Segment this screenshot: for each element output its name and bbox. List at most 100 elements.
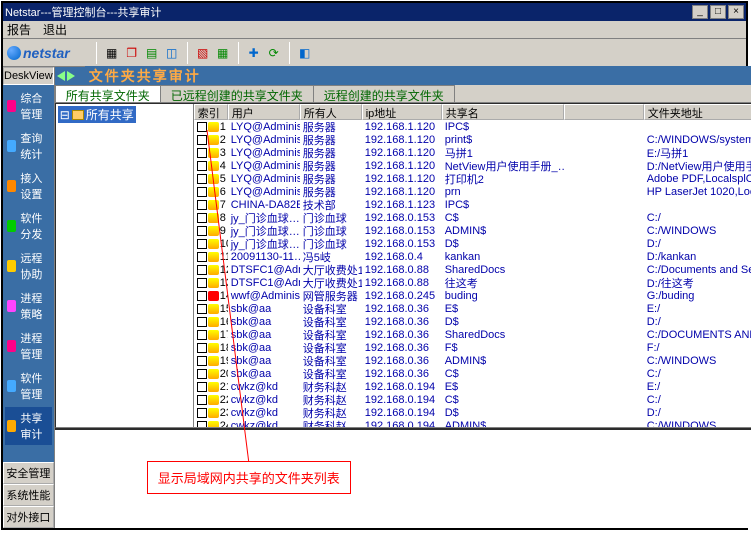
row-checkbox[interactable] — [197, 135, 207, 145]
sidebar-icon — [7, 100, 16, 112]
menu-report[interactable]: 报告 — [7, 21, 31, 38]
table-row[interactable]: 18sbk@aa设备科室192.168.0.36F$F:/ — [194, 341, 751, 354]
table-row[interactable]: 14wwf@Adminis…网管服务器192.168.0.245budingG:… — [194, 289, 751, 302]
table-row[interactable]: 22cwkz@kd财务科赵192.168.0.194C$C:/ — [194, 393, 751, 406]
sidebar-item-6[interactable]: 进程管理 — [5, 327, 52, 365]
row-checkbox[interactable] — [197, 200, 207, 210]
row-checkbox[interactable] — [197, 369, 207, 379]
row-checkbox[interactable] — [197, 395, 207, 405]
row-checkbox[interactable] — [197, 239, 207, 249]
row-checkbox[interactable] — [197, 343, 207, 353]
row-checkbox[interactable] — [197, 187, 207, 197]
row-checkbox[interactable] — [197, 122, 207, 132]
table-row[interactable]: 20sbk@aa设备科室192.168.0.36C$C:/ — [194, 367, 751, 380]
sidebar-item-8[interactable]: 共享审计 — [5, 407, 52, 445]
column-header-2[interactable]: 所有人 — [300, 104, 362, 120]
table-row[interactable]: 17sbk@aa设备科室192.168.0.36SharedDocsC:/DOC… — [194, 328, 751, 341]
cell-user: sbk@aa — [228, 303, 300, 315]
table-row[interactable]: 24cwkz@kd财务科赵192.168.0.194ADMIN$C:/WINDO… — [194, 419, 751, 427]
tab-0[interactable]: 所有共享文件夹 — [55, 85, 161, 102]
toolbar-btn-8[interactable]: ⟳ — [265, 44, 283, 62]
table-row[interactable]: 23cwkz@kd财务科赵192.168.0.194D$D:/ — [194, 406, 751, 419]
toolbar-btn-5[interactable]: ▧ — [194, 44, 212, 62]
minimize-button[interactable]: _ — [692, 5, 708, 19]
cell-path: C:/ — [644, 368, 751, 380]
table-row[interactable]: 16sbk@aa设备科室192.168.0.36D$D:/ — [194, 315, 751, 328]
tree-panel: ⊟ 所有共享 — [56, 104, 194, 427]
row-checkbox[interactable] — [197, 356, 207, 366]
table-row[interactable]: 1120091130-11…冯5岐192.168.0.4kankanD:/kan… — [194, 250, 751, 263]
sidebar-bottom-btn-2[interactable]: 对外接口 — [3, 506, 54, 528]
row-checkbox[interactable] — [197, 382, 207, 392]
cell-share: IPC$ — [442, 199, 564, 211]
cell-user: wwf@Adminis… — [228, 290, 300, 302]
tree-root[interactable]: ⊟ 所有共享 — [58, 106, 136, 123]
row-checkbox[interactable] — [197, 421, 207, 428]
row-checkbox[interactable] — [197, 213, 207, 223]
row-icon — [208, 239, 219, 249]
sidebar-item-2[interactable]: 接入设置 — [5, 167, 52, 205]
table-row[interactable]: 15sbk@aa设备科室192.168.0.36E$E:/ — [194, 302, 751, 315]
toolbar-btn-4[interactable]: ◫ — [163, 44, 181, 62]
table-row[interactable]: 19sbk@aa设备科室192.168.0.36ADMIN$C:/WINDOWS — [194, 354, 751, 367]
row-checkbox[interactable] — [197, 148, 207, 158]
cell-ip: 192.168.0.36 — [362, 368, 442, 380]
close-button[interactable]: × — [728, 5, 744, 19]
column-header-5[interactable] — [564, 104, 644, 120]
row-checkbox[interactable] — [197, 408, 207, 418]
toolbar-btn-9[interactable]: ◧ — [296, 44, 314, 62]
column-header-6[interactable]: 文件夹地址 — [644, 104, 751, 120]
maximize-button[interactable]: □ — [710, 5, 726, 19]
cell-user: 20091130-11… — [228, 251, 300, 263]
table-row[interactable]: 5LYQ@Adminis…服务器192.168.1.120打印机2Adobe P… — [194, 172, 751, 185]
table-row[interactable]: 1LYQ@Adminis…服务器192.168.1.120IPC$ — [194, 120, 751, 133]
column-header-3[interactable]: ip地址 — [362, 104, 442, 120]
sidebar-item-0[interactable]: 综合管理 — [5, 87, 52, 125]
nav-right-icon[interactable] — [67, 71, 75, 81]
sidebar-item-3[interactable]: 软件分发 — [5, 207, 52, 245]
sidebar-header[interactable]: DeskView — [3, 67, 54, 85]
column-header-0[interactable]: 索引 — [194, 104, 228, 120]
cell-user: sbk@aa — [228, 342, 300, 354]
row-checkbox[interactable] — [197, 291, 207, 301]
menu-exit[interactable]: 退出 — [43, 21, 67, 38]
sidebar-bottom-btn-1[interactable]: 系统性能 — [3, 484, 54, 506]
tab-bar: 所有共享文件夹已远程创建的共享文件夹远程创建的共享文件夹 — [55, 85, 751, 103]
column-header-1[interactable]: 用户 — [228, 104, 300, 120]
toolbar-btn-1[interactable]: ▦ — [103, 44, 121, 62]
row-checkbox[interactable] — [197, 330, 207, 340]
column-header-4[interactable]: 共享名 — [442, 104, 564, 120]
row-icon — [208, 382, 219, 392]
row-checkbox[interactable] — [197, 252, 207, 262]
row-checkbox[interactable] — [197, 317, 207, 327]
row-checkbox[interactable] — [197, 174, 207, 184]
cell-path: C:/WINDOWS — [644, 225, 751, 237]
cell-ip: 192.168.0.194 — [362, 407, 442, 419]
row-checkbox[interactable] — [197, 278, 207, 288]
toolbar-btn-2[interactable]: ❐ — [123, 44, 141, 62]
sidebar-item-1[interactable]: 查询统计 — [5, 127, 52, 165]
table-row[interactable]: 6LYQ@Adminis…服务器192.168.1.120prnHP Laser… — [194, 185, 751, 198]
cell-share: D$ — [442, 238, 564, 250]
row-checkbox[interactable] — [197, 161, 207, 171]
tab-1[interactable]: 已远程创建的共享文件夹 — [160, 85, 314, 102]
sidebar-bottom-btn-0[interactable]: 安全管理 — [3, 462, 54, 484]
cell-share: 打印机2 — [442, 171, 564, 187]
toolbar-btn-6[interactable]: ▦ — [214, 44, 232, 62]
table-row[interactable]: 21cwkz@kd财务科赵192.168.0.194E$E:/ — [194, 380, 751, 393]
share-table: 索引用户所有人ip地址共享名 文件夹地址 1LYQ@Adminis…服务器192.… — [194, 104, 751, 427]
row-checkbox[interactable] — [197, 304, 207, 314]
sidebar-item-7[interactable]: 软件管理 — [5, 367, 52, 405]
sidebar-item-4[interactable]: 远程协助 — [5, 247, 52, 285]
row-checkbox[interactable] — [197, 226, 207, 236]
toolbar-btn-7[interactable]: ✚ — [245, 44, 263, 62]
row-checkbox[interactable] — [197, 265, 207, 275]
toolbar-btn-3[interactable]: ▤ — [143, 44, 161, 62]
sidebar-item-5[interactable]: 进程策略 — [5, 287, 52, 325]
tab-2[interactable]: 远程创建的共享文件夹 — [313, 85, 455, 102]
table-row[interactable]: 13DTSFC1@Admi…大厅收费处1192.168.0.88往这考D:/往这… — [194, 276, 751, 289]
nav-left-icon[interactable] — [57, 71, 65, 81]
cell-ip: 192.168.0.194 — [362, 394, 442, 406]
table-row[interactable]: 10jy_门诊血球…门诊血球192.168.0.153D$D:/ — [194, 237, 751, 250]
cell-share: F$ — [442, 342, 564, 354]
